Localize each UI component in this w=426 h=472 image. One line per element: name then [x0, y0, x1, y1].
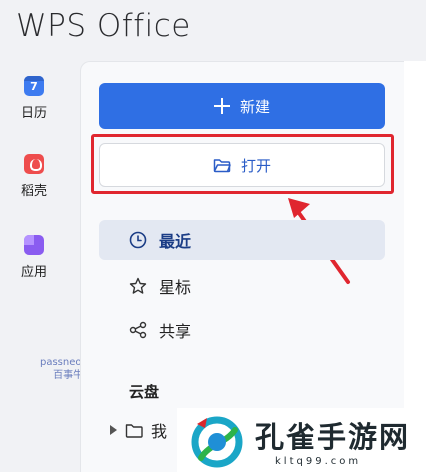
rail-item-calendar[interactable]: 7 日历 — [0, 76, 68, 121]
nav-item-label: 共享 — [159, 322, 192, 341]
nav-item-recent[interactable]: 最近 — [99, 220, 385, 260]
nav-item-shared[interactable]: 共享 — [99, 310, 385, 350]
folder-icon — [125, 423, 143, 438]
logo-subtext: kltq99.com — [275, 456, 362, 467]
rail-item-apps[interactable]: 应用 — [0, 235, 68, 280]
apps-icon — [24, 235, 44, 255]
expand-triangle-icon[interactable] — [110, 425, 117, 435]
plus-icon — [213, 98, 230, 114]
nav-item-label: 星标 — [159, 278, 192, 297]
rail-item-docer[interactable]: 稻壳 — [0, 154, 68, 199]
calendar-icon-glyph: 7 — [30, 80, 38, 93]
nav-item-starred[interactable]: 星标 — [99, 266, 385, 306]
site-logo-badge: 孔雀手游网 kltq99.com — [177, 408, 426, 472]
rail-item-label: 稻壳 — [20, 184, 47, 199]
rail-item-label: 应用 — [20, 265, 47, 280]
left-rail: 7 日历 稻壳 应用 — [0, 60, 70, 472]
cloud-tree-row[interactable]: 我 — [110, 418, 167, 442]
calendar-icon: 7 — [24, 76, 44, 96]
peacock-logo-icon — [191, 416, 243, 468]
folder-icon — [213, 159, 231, 173]
star-icon — [129, 277, 147, 294]
open-button[interactable]: 打开 — [99, 143, 385, 187]
cloud-section-label: 云盘 — [129, 383, 160, 401]
nav-item-label: 最近 — [159, 232, 192, 251]
rail-item-label: 日历 — [20, 106, 47, 121]
logo-text: 孔雀手游网 — [255, 420, 411, 454]
new-button[interactable]: 新建 — [99, 83, 385, 129]
new-button-label: 新建 — [239, 97, 270, 116]
share-icon — [129, 321, 147, 339]
open-button-label: 打开 — [240, 156, 271, 175]
tree-item-label: 我 — [151, 422, 168, 441]
docer-icon — [24, 154, 44, 174]
app-title: WPS Office — [16, 8, 191, 44]
clock-icon — [129, 231, 147, 249]
